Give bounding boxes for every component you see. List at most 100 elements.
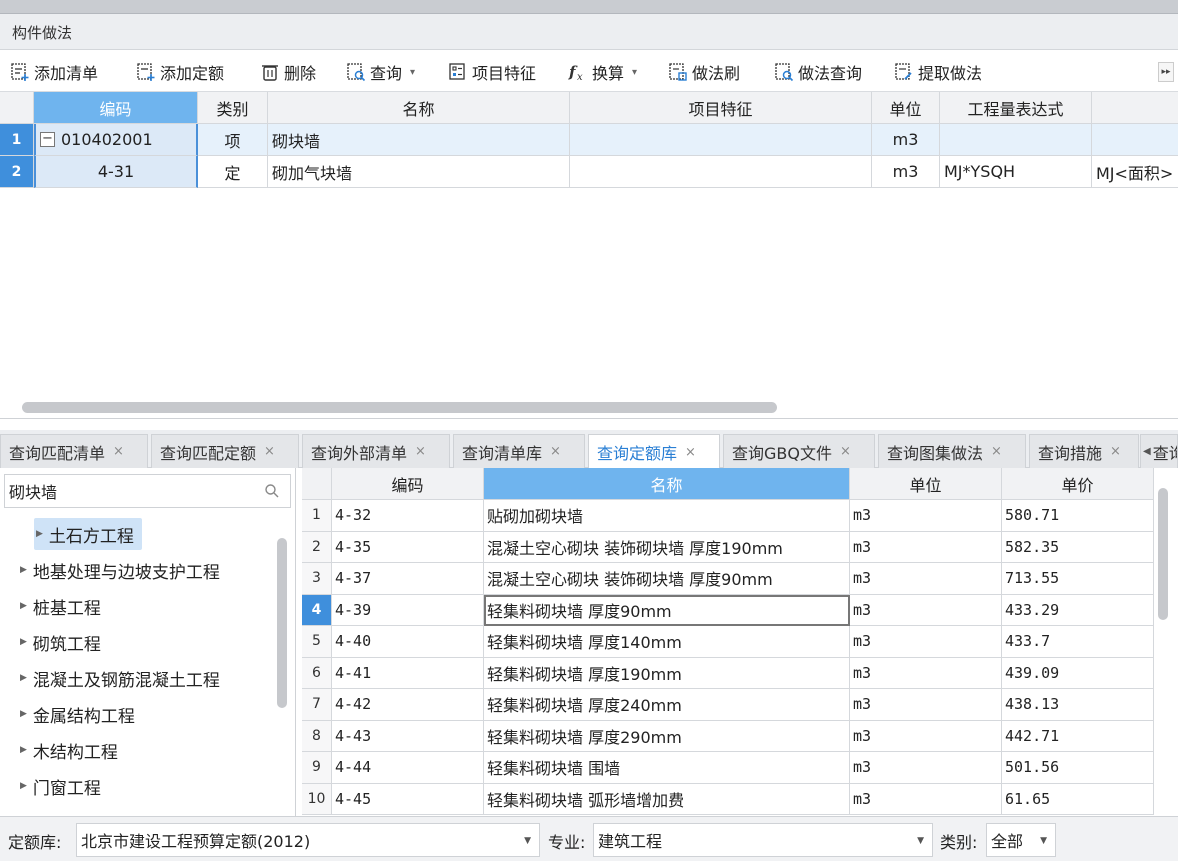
close-icon[interactable]: × bbox=[685, 445, 696, 460]
unit-cell[interactable]: m3 bbox=[850, 720, 1002, 752]
row-number[interactable]: 10 bbox=[302, 783, 332, 815]
code-cell[interactable]: 4-42 bbox=[332, 689, 484, 721]
scroll-left-icon[interactable]: ◀ bbox=[1143, 446, 1151, 457]
unit-cell[interactable]: m3 bbox=[872, 124, 940, 156]
expression-cell[interactable] bbox=[940, 124, 1092, 156]
unit-cell[interactable]: m3 bbox=[850, 500, 1002, 532]
row-number[interactable]: 6 bbox=[302, 657, 332, 689]
column-header-name[interactable]: 名称 bbox=[268, 92, 570, 124]
price-cell[interactable]: 442.71 bbox=[1002, 720, 1154, 752]
expand-icon[interactable]: ▶ bbox=[20, 601, 27, 611]
row-number[interactable]: 9 bbox=[302, 752, 332, 784]
name-cell[interactable]: 砌块墙 bbox=[268, 124, 570, 156]
library-select[interactable]: 北京市建设工程预算定额(2012) ▼ bbox=[76, 823, 540, 857]
tab-query-atlas-method[interactable]: 查询图集做法 × bbox=[878, 434, 1026, 468]
price-cell[interactable]: 433.7 bbox=[1002, 626, 1154, 658]
name-cell[interactable]: 轻集料砌块墙 厚度140mm bbox=[484, 626, 850, 658]
feature-cell[interactable] bbox=[570, 124, 872, 156]
delete-button[interactable]: 删除 bbox=[260, 60, 316, 84]
name-cell[interactable]: 轻集料砌块墙 厚度240mm bbox=[484, 689, 850, 721]
expand-icon[interactable]: ▶ bbox=[20, 673, 27, 683]
code-cell[interactable]: 4-35 bbox=[332, 531, 484, 563]
tab-query-matched-quota[interactable]: 查询匹配定额 × bbox=[151, 434, 299, 468]
collapse-icon[interactable]: − bbox=[40, 132, 55, 147]
table-row[interactable]: 9 4-44 轻集料砌块墙 围墙 m3 501.56 bbox=[302, 752, 1178, 784]
table-row[interactable]: 4 4-39 轻集料砌块墙 厚度90mm m3 433.29 bbox=[302, 594, 1178, 626]
code-cell[interactable]: 4-39 bbox=[332, 594, 484, 626]
unit-cell[interactable]: m3 bbox=[850, 657, 1002, 689]
price-cell[interactable]: 61.65 bbox=[1002, 783, 1154, 815]
code-cell[interactable]: 4-44 bbox=[332, 752, 484, 784]
code-cell[interactable]: 4-40 bbox=[332, 626, 484, 658]
price-cell[interactable]: 439.09 bbox=[1002, 657, 1154, 689]
tree-item[interactable]: ▶ 木结构工程 bbox=[20, 734, 118, 766]
column-header-code[interactable]: 编码 bbox=[332, 468, 484, 500]
expression-desc-cell[interactable] bbox=[1092, 124, 1178, 156]
tree-item[interactable]: ▶ 地基处理与边坡支护工程 bbox=[20, 554, 220, 586]
expand-icon[interactable]: ▶ bbox=[36, 529, 43, 539]
expand-icon[interactable]: ▶ bbox=[20, 745, 27, 755]
table-row[interactable]: 2 4-35 混凝土空心砌块 装饰砌块墙 厚度190mm m3 582.35 bbox=[302, 531, 1178, 563]
toolbar-overflow-button[interactable]: ▸▸ bbox=[1158, 62, 1174, 82]
row-number[interactable]: 5 bbox=[302, 626, 332, 658]
column-header-name[interactable]: 名称 bbox=[484, 468, 850, 500]
tab-query-matched-list[interactable]: 查询匹配清单 × bbox=[0, 434, 148, 468]
expand-icon[interactable]: ▶ bbox=[20, 565, 27, 575]
row-number[interactable]: 8 bbox=[302, 720, 332, 752]
price-cell[interactable]: 433.29 bbox=[1002, 594, 1154, 626]
tab-query-list-library[interactable]: 查询清单库 × bbox=[453, 434, 585, 468]
column-header-price[interactable]: 单价 bbox=[1002, 468, 1154, 500]
column-header-code[interactable]: 编码 bbox=[34, 92, 198, 124]
tree-item[interactable]: ▶ 混凝土及钢筋混凝土工程 bbox=[20, 662, 220, 694]
row-number[interactable]: 2 bbox=[302, 531, 332, 563]
tab-query-measures[interactable]: 查询措施 × bbox=[1029, 434, 1139, 468]
price-cell[interactable]: 713.55 bbox=[1002, 563, 1154, 595]
name-cell[interactable]: 混凝土空心砌块 装饰砌块墙 厚度90mm bbox=[484, 563, 850, 595]
tree-item[interactable]: ▶ 桩基工程 bbox=[20, 590, 101, 622]
type-cell[interactable]: 定 bbox=[198, 156, 268, 188]
add-list-button[interactable]: 添加清单 bbox=[10, 60, 98, 84]
row-number[interactable]: 3 bbox=[302, 563, 332, 595]
row-number[interactable]: 2 bbox=[0, 156, 34, 188]
unit-cell[interactable]: m3 bbox=[850, 783, 1002, 815]
query-button[interactable]: 查询 ▾ bbox=[346, 60, 415, 84]
name-cell[interactable]: 轻集料砌块墙 厚度190mm bbox=[484, 657, 850, 689]
column-header-type[interactable]: 类别 bbox=[198, 92, 268, 124]
tab-query-external-list[interactable]: 查询外部清单 × bbox=[302, 434, 450, 468]
row-number[interactable]: 7 bbox=[302, 689, 332, 721]
unit-cell[interactable]: m3 bbox=[850, 689, 1002, 721]
search-icon[interactable] bbox=[264, 483, 280, 503]
tree-item[interactable]: ▶ 砌筑工程 bbox=[20, 626, 101, 658]
price-cell[interactable]: 501.56 bbox=[1002, 752, 1154, 784]
tab-query-quota-library[interactable]: 查询定额库 × bbox=[588, 434, 720, 469]
column-header-unit[interactable]: 单位 bbox=[850, 468, 1002, 500]
method-brush-button[interactable]: 做法刷 bbox=[668, 60, 740, 84]
price-cell[interactable]: 438.13 bbox=[1002, 689, 1154, 721]
table-row[interactable]: 2 4-31 定 砌加气块墙 m3 MJ*YSQH MJ<面积> bbox=[0, 156, 1178, 188]
project-feature-button[interactable]: 项目特征 bbox=[448, 60, 536, 84]
table-row[interactable]: 6 4-41 轻集料砌块墙 厚度190mm m3 439.09 bbox=[302, 657, 1178, 689]
row-number[interactable]: 4 bbox=[302, 594, 332, 626]
column-header-feature[interactable]: 项目特征 bbox=[570, 92, 872, 124]
column-header-expression[interactable]: 工程量表达式 bbox=[940, 92, 1092, 124]
expression-cell[interactable]: MJ*YSQH bbox=[940, 156, 1092, 188]
category-select[interactable]: 全部 ▼ bbox=[986, 823, 1056, 857]
major-select[interactable]: 建筑工程 ▼ bbox=[593, 823, 933, 857]
tab-query-gbq-file[interactable]: 查询GBQ文件 × bbox=[723, 434, 875, 468]
expand-icon[interactable]: ▶ bbox=[20, 781, 27, 791]
add-quota-button[interactable]: 添加定额 bbox=[136, 60, 224, 84]
table-row[interactable]: 3 4-37 混凝土空心砌块 装饰砌块墙 厚度90mm m3 713.55 bbox=[302, 563, 1178, 595]
price-cell[interactable]: 580.71 bbox=[1002, 500, 1154, 532]
extract-method-button[interactable]: 提取做法 bbox=[894, 60, 982, 84]
close-icon[interactable]: × bbox=[1110, 444, 1121, 459]
feature-cell[interactable] bbox=[570, 156, 872, 188]
unit-cell[interactable]: m3 bbox=[872, 156, 940, 188]
tree-scrollbar[interactable] bbox=[277, 538, 287, 708]
tab-query-more[interactable]: ◀查询 bbox=[1140, 434, 1178, 468]
name-cell[interactable]: 轻集料砌块墙 厚度290mm bbox=[484, 720, 850, 752]
table-row[interactable]: 5 4-40 轻集料砌块墙 厚度140mm m3 433.7 bbox=[302, 626, 1178, 658]
name-cell[interactable]: 轻集料砌块墙 弧形墙增加费 bbox=[484, 783, 850, 815]
code-cell[interactable]: 4-37 bbox=[332, 563, 484, 595]
code-cell[interactable]: 4-45 bbox=[332, 783, 484, 815]
table-row[interactable]: 8 4-43 轻集料砌块墙 厚度290mm m3 442.71 bbox=[302, 720, 1178, 752]
